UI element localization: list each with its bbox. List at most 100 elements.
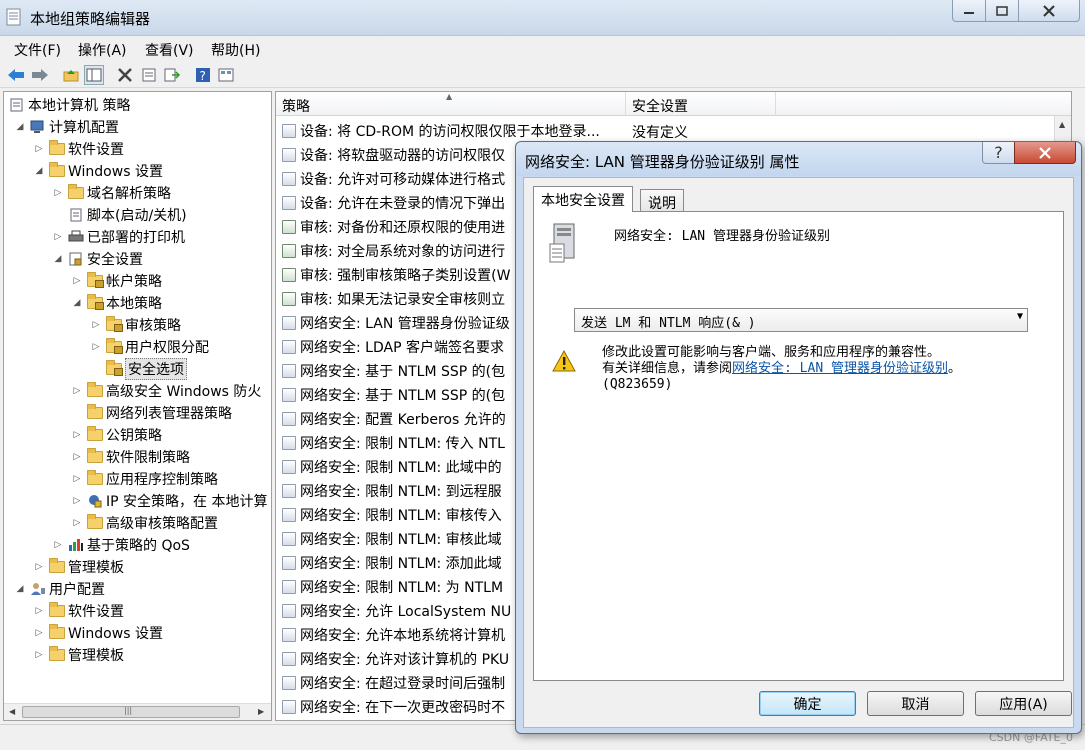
- dialog-close-button[interactable]: [1014, 142, 1076, 164]
- folder-icon: [86, 470, 103, 485]
- expand-arrow-icon[interactable]: ▷: [71, 386, 83, 396]
- expand-arrow-icon[interactable]: ▷: [33, 606, 45, 616]
- expand-arrow-icon[interactable]: ▷: [52, 540, 64, 550]
- ip-security-icon: [86, 494, 103, 508]
- menu-help[interactable]: 帮助(H): [211, 40, 260, 60]
- expand-arrow-icon[interactable]: ▷: [52, 188, 64, 198]
- tree-node-software-settings[interactable]: ▷ 软件设置: [33, 138, 124, 160]
- folder-icon: [67, 184, 84, 199]
- export-list-button[interactable]: [162, 65, 182, 85]
- close-button[interactable]: [1018, 0, 1080, 22]
- collapse-arrow-icon[interactable]: ◢: [14, 584, 26, 594]
- scroll-left-icon[interactable]: ◀: [9, 707, 15, 716]
- minimize-button[interactable]: [952, 0, 986, 22]
- console-tree[interactable]: 本地计算机 策略 ◢ 计算机配置 ▷ 软件设置 ◢ Windows 设置 ▷ 域…: [3, 91, 272, 721]
- policy-item-icon: [282, 556, 296, 570]
- arrow-left-icon: [8, 69, 24, 81]
- tree-node-user-windows-settings[interactable]: ▷ Windows 设置: [33, 622, 163, 644]
- tree-node-user-software-settings[interactable]: ▷ 软件设置: [33, 600, 124, 622]
- tree-horizontal-scrollbar[interactable]: ◀ ||| ▶: [4, 703, 271, 720]
- expand-arrow-icon[interactable]: ▷: [71, 474, 83, 484]
- menu-file[interactable]: 文件(F): [14, 40, 61, 60]
- tree-node-user-admin-templates[interactable]: ▷ 管理模板: [33, 644, 124, 666]
- user-icon: [29, 582, 46, 596]
- up-folder-icon: [63, 70, 79, 82]
- tree-node-security-options[interactable]: 安全选项: [90, 358, 187, 380]
- tree-node-network-list-manager[interactable]: 网络列表管理器策略: [71, 402, 232, 424]
- expand-arrow-icon[interactable]: ▷: [71, 496, 83, 506]
- show-hide-tree-button[interactable]: [84, 65, 104, 85]
- tab-local-security-setting[interactable]: 本地安全设置: [533, 186, 633, 212]
- forward-button[interactable]: [30, 65, 50, 85]
- expand-arrow-icon[interactable]: ▷: [52, 232, 64, 242]
- collapse-arrow-icon[interactable]: ◢: [71, 298, 83, 308]
- collapse-arrow-icon[interactable]: ◢: [14, 122, 26, 132]
- expand-arrow-icon[interactable]: ▷: [71, 430, 83, 440]
- expand-arrow-icon[interactable]: ▷: [33, 650, 45, 660]
- collapse-arrow-icon[interactable]: ◢: [52, 254, 64, 264]
- tree-node-name-resolution-policy[interactable]: ▷ 域名解析策略: [52, 182, 171, 204]
- list-item[interactable]: 设备: 将 CD-ROM 的访问权限仅限于本地登录... 没有定义: [282, 119, 688, 143]
- help-button[interactable]: ?: [193, 65, 213, 85]
- tree-node-software-restriction[interactable]: ▷ 软件限制策略: [71, 446, 190, 468]
- scroll-right-icon[interactable]: ▶: [258, 707, 264, 716]
- tab-explain[interactable]: 说明: [640, 189, 684, 213]
- tree-node-deployed-printers[interactable]: ▷ 已部署的打印机: [52, 226, 185, 248]
- expand-arrow-icon[interactable]: ▷: [33, 562, 45, 572]
- dialog-help-button[interactable]: ?: [982, 142, 1015, 164]
- policy-item-icon: [282, 700, 296, 714]
- tree-node-app-control[interactable]: ▷ 应用程序控制策略: [71, 468, 218, 490]
- tree-node-user-config[interactable]: ◢ 用户配置: [14, 578, 105, 600]
- collapse-arrow-icon[interactable]: ◢: [33, 166, 45, 176]
- tree-node-public-key-policies[interactable]: ▷ 公钥策略: [71, 424, 162, 446]
- policy-item-icon: [282, 676, 296, 690]
- policy-item-icon: [282, 580, 296, 594]
- tree-node-audit-policy[interactable]: ▷ 审核策略: [90, 314, 181, 336]
- dialog-title-bar[interactable]: 网络安全: LAN 管理器身份验证级别 属性 ?: [516, 142, 1081, 176]
- tree-node-ip-security[interactable]: ▷ IP 安全策略，在 本地计算: [71, 490, 268, 512]
- expand-arrow-icon[interactable]: ▷: [90, 342, 102, 352]
- tree-node-advanced-audit[interactable]: ▷ 高级审核策略配置: [71, 512, 218, 534]
- policy-item-icon: [282, 196, 296, 210]
- tree-node-security-settings[interactable]: ◢ 安全设置: [52, 248, 143, 270]
- delete-button[interactable]: [115, 65, 135, 85]
- maximize-button[interactable]: [985, 0, 1019, 22]
- back-button[interactable]: [6, 65, 26, 85]
- apply-button[interactable]: 应用(A): [975, 691, 1072, 716]
- tree-node-windows-firewall[interactable]: ▷ 高级安全 Windows 防火: [71, 380, 261, 402]
- tree-node-local-computer-policy[interactable]: 本地计算机 策略: [8, 94, 130, 116]
- tree-node-scripts[interactable]: 脚本(启动/关机): [52, 204, 187, 226]
- expand-arrow-icon[interactable]: ▷: [71, 518, 83, 528]
- tree-node-account-policies[interactable]: ▷ 帐户策略: [71, 270, 162, 292]
- column-header-setting[interactable]: 安全设置: [626, 92, 776, 116]
- tree-node-windows-settings[interactable]: ◢ Windows 设置: [33, 160, 163, 182]
- expand-arrow-icon[interactable]: ▷: [33, 628, 45, 638]
- expand-arrow-icon[interactable]: ▷: [90, 320, 102, 330]
- menu-view[interactable]: 查看(V): [145, 40, 194, 60]
- expand-arrow-icon[interactable]: ▷: [71, 276, 83, 286]
- tree-node-admin-templates[interactable]: ▷ 管理模板: [33, 556, 124, 578]
- column-header-policy[interactable]: 策略: [276, 92, 626, 116]
- properties-icon: [142, 68, 156, 82]
- up-folder-button[interactable]: [61, 65, 81, 85]
- expand-arrow-icon[interactable]: ▷: [71, 452, 83, 462]
- minimize-icon: [964, 11, 974, 14]
- qos-chart-icon: [67, 538, 84, 552]
- policy-help-link[interactable]: 网络安全: LAN 管理器身份验证级别: [732, 361, 948, 376]
- auth-level-dropdown[interactable]: 发送 LM 和 NTLM 响应(& ) ▼: [574, 308, 1028, 332]
- tree-node-local-policies[interactable]: ◢ 本地策略: [71, 292, 162, 314]
- warning-line-3: (Q823659): [602, 377, 673, 392]
- cancel-button[interactable]: 取消: [867, 691, 964, 716]
- tree-node-user-rights-assignment[interactable]: ▷ 用户权限分配: [90, 336, 209, 358]
- computer-icon: [29, 120, 46, 134]
- tree-node-policy-qos[interactable]: ▷ 基于策略的 QoS: [52, 534, 190, 556]
- properties-button[interactable]: [139, 65, 159, 85]
- folder-icon: [48, 162, 65, 177]
- scroll-up-icon[interactable]: ▲: [1059, 120, 1065, 129]
- ok-button[interactable]: 确定: [759, 691, 856, 716]
- folder-icon: [48, 646, 65, 661]
- menu-action[interactable]: 操作(A): [78, 40, 127, 60]
- tree-node-computer-config[interactable]: ◢ 计算机配置: [14, 116, 119, 138]
- view-button[interactable]: [216, 65, 236, 85]
- expand-arrow-icon[interactable]: ▷: [33, 144, 45, 154]
